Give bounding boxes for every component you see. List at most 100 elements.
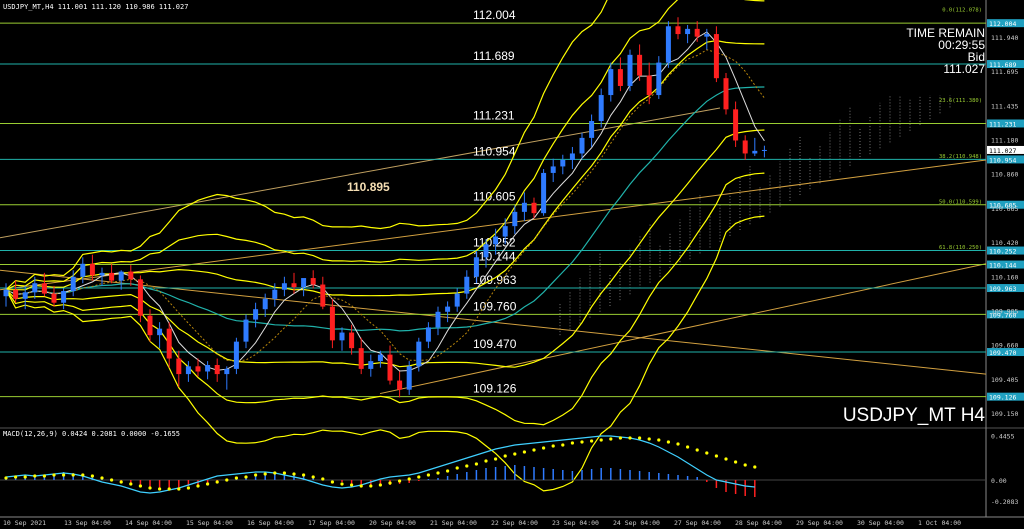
signal-dot (503, 454, 507, 458)
x-tick-label: 13 Sep 04:00 (64, 519, 111, 527)
signal-dot (282, 471, 286, 475)
candle-body (723, 78, 729, 110)
signal-dot (263, 472, 267, 476)
signal-dot (378, 483, 382, 487)
fib-label: 23.6(111.380) (939, 98, 982, 104)
candle-body (99, 272, 105, 276)
candle-body (493, 236, 499, 245)
signal-dot (62, 473, 66, 477)
signal-dot (695, 448, 699, 452)
fib-label: 61.8(110.250) (939, 245, 982, 251)
candle-body (272, 289, 278, 299)
level-label: 109.126 (473, 382, 517, 396)
candle-body (665, 26, 671, 63)
x-tick-label: 16 Sep 04:00 (247, 519, 294, 527)
level-label: 112.004 (473, 8, 516, 22)
signal-dot (81, 473, 85, 477)
candle-body (22, 292, 28, 299)
signal-dot (302, 473, 306, 477)
candle-body (569, 153, 575, 160)
candle-body (358, 348, 364, 369)
signal-dot (234, 476, 238, 480)
level-label: 109.760 (473, 299, 517, 313)
current-price-label: 111.027 (989, 147, 1016, 155)
signal-dot (90, 474, 94, 478)
y-tick-label: 110.160 (991, 273, 1018, 281)
candle-body (262, 298, 268, 310)
candle-body (685, 28, 691, 35)
signal-dot (225, 478, 229, 482)
signal-dot (129, 482, 133, 486)
candle-body (13, 289, 19, 299)
fib-label: 0.0(112.078) (942, 8, 982, 14)
level-label: 111.689 (473, 49, 515, 63)
candle-body (704, 34, 710, 37)
candle-body (3, 289, 9, 297)
level-label: 110.954 (473, 144, 516, 158)
candle-body (253, 309, 259, 320)
y-tick-label: 109.405 (991, 376, 1018, 384)
macd-tick-label: 0.4455 (991, 432, 1015, 440)
signal-dot (532, 448, 536, 452)
x-tick-label: 10 Sep 2021 (3, 519, 46, 527)
signal-dot (33, 474, 37, 478)
signal-dot (609, 437, 613, 441)
signal-dot (292, 472, 296, 476)
y-tick-label: 110.665 (991, 205, 1018, 213)
signal-dot (273, 471, 277, 475)
y-tick-label: 110.420 (991, 239, 1018, 247)
signal-dot (138, 484, 142, 488)
y-tick-label: 110.860 (991, 171, 1018, 179)
y-tick-label: 111.435 (991, 102, 1018, 110)
candle-body (147, 315, 153, 336)
candle-body (291, 283, 297, 288)
signal-dot (359, 484, 363, 488)
level-label: 111.231 (473, 108, 515, 122)
candle-body (176, 358, 182, 375)
candle-body (349, 332, 355, 349)
candle-body (214, 365, 220, 375)
signal-dot (42, 474, 47, 478)
x-tick-label: 15 Sep 04:00 (186, 519, 233, 527)
signal-dot (196, 484, 200, 488)
candle-body (310, 278, 316, 285)
candle-body (109, 272, 115, 281)
signal-dot (436, 471, 440, 475)
signal-dot (426, 473, 430, 477)
candle-body (742, 140, 748, 154)
signal-dot (110, 478, 114, 482)
candle-body (512, 211, 518, 227)
x-tick-label: 24 Sep 04:00 (613, 519, 660, 527)
x-tick-label: 30 Sep 04:00 (857, 519, 904, 527)
signal-dot (23, 475, 27, 479)
candle-body (713, 34, 719, 79)
candle-body (531, 202, 537, 214)
signal-dot (465, 464, 469, 468)
macd-header: MACD(12,26,9) 0.0424 0.2081 0.0000 -0.16… (3, 430, 180, 438)
trading-chart[interactable]: 112.004111.689111.231110.954110.605110.2… (0, 0, 1024, 529)
candle-body (733, 109, 739, 141)
signal-dot (388, 481, 392, 485)
candle-body (608, 69, 614, 96)
signal-dot (407, 477, 411, 481)
signal-dot (321, 477, 325, 481)
signal-dot (119, 480, 123, 484)
signal-dot (686, 445, 690, 449)
candle-body (502, 226, 508, 237)
candle-body (243, 319, 249, 342)
candle-body (761, 149, 767, 151)
price-tag-label: 109.126 (989, 394, 1016, 402)
signal-dot (638, 436, 642, 440)
candle-body (320, 284, 326, 307)
signal-dot (484, 459, 488, 463)
candle-body (445, 306, 451, 312)
macd-tick-label: -0.2083 (991, 498, 1018, 506)
candle-body (233, 341, 239, 369)
candle-body (435, 311, 441, 328)
signal-dot (513, 452, 517, 456)
candle-body (32, 283, 38, 293)
signal-dot (244, 475, 248, 479)
signal-dot (100, 476, 104, 480)
candle-body (656, 62, 662, 96)
level-label: 110.144 (473, 250, 516, 264)
